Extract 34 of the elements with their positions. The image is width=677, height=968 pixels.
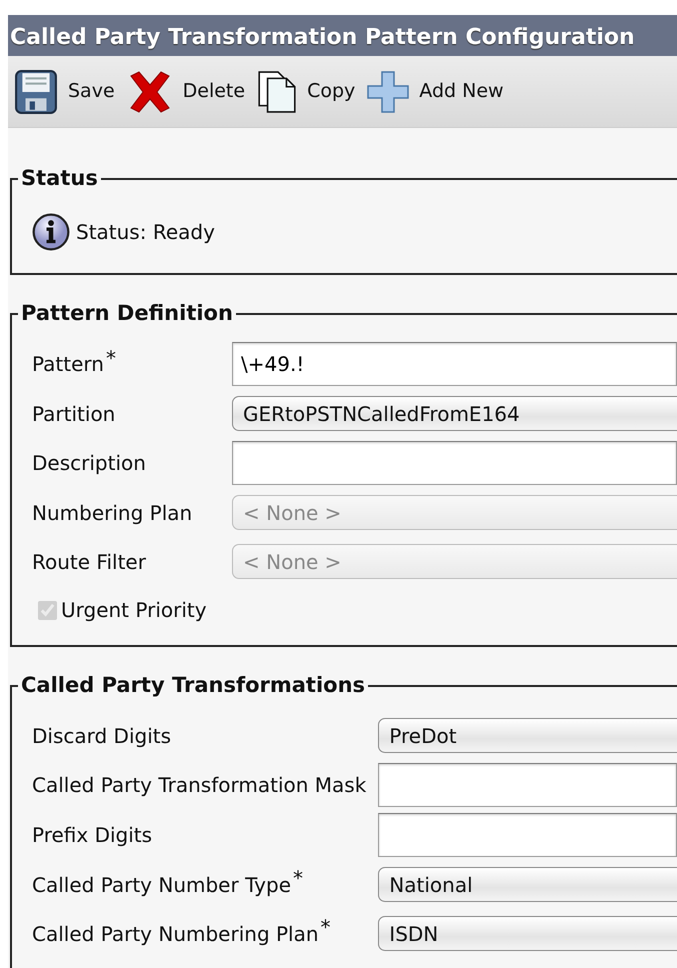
field-label: Called Party Number Type: [32, 872, 292, 896]
info-icon: [32, 213, 70, 251]
field-label: Pattern: [32, 352, 104, 376]
pages-icon: [257, 70, 298, 114]
plus-icon: [367, 70, 410, 112]
text-field[interactable]: \+49.!: [232, 342, 677, 386]
field-label: Called Party Transformation Mask: [32, 773, 366, 797]
dropdown-field[interactable]: ISDN: [378, 916, 677, 951]
section-title: Called Party Transformations: [20, 675, 366, 696]
copy-button[interactable]: Copy: [257, 70, 356, 114]
field-label: Route Filter: [32, 550, 146, 574]
required-mark: *: [106, 346, 116, 370]
dropdown-field[interactable]: National: [378, 867, 677, 902]
status-text: Status: Ready: [76, 219, 215, 246]
dropdown-field[interactable]: PreDot: [378, 718, 677, 753]
save-button[interactable]: Save: [14, 70, 115, 114]
field-label: Numbering Plan: [32, 500, 192, 524]
section-title: Status: [20, 168, 99, 189]
field-label: Discard Digits: [32, 724, 172, 748]
field-label: Partition: [32, 402, 116, 426]
text-field[interactable]: [378, 763, 677, 807]
field-label: Prefix Digits: [32, 823, 152, 847]
page-title: Called Party Transformation Pattern Configuration: [10, 25, 635, 50]
text-field[interactable]: [378, 813, 677, 857]
field-label: Called Party Numbering Plan: [32, 922, 319, 946]
dropdown-field[interactable]: GERtoPSTNCalledFromE164: [232, 396, 677, 431]
checkbox-label: Urgent Priority: [61, 597, 207, 624]
text-field[interactable]: [232, 441, 677, 485]
required-mark: *: [293, 866, 304, 890]
required-mark: *: [320, 915, 331, 940]
add-button[interactable]: Add New: [367, 70, 504, 112]
field-label: Description: [32, 451, 146, 475]
delete-button[interactable]: Delete: [126, 68, 246, 114]
section-title: Pattern Definition: [20, 303, 234, 324]
